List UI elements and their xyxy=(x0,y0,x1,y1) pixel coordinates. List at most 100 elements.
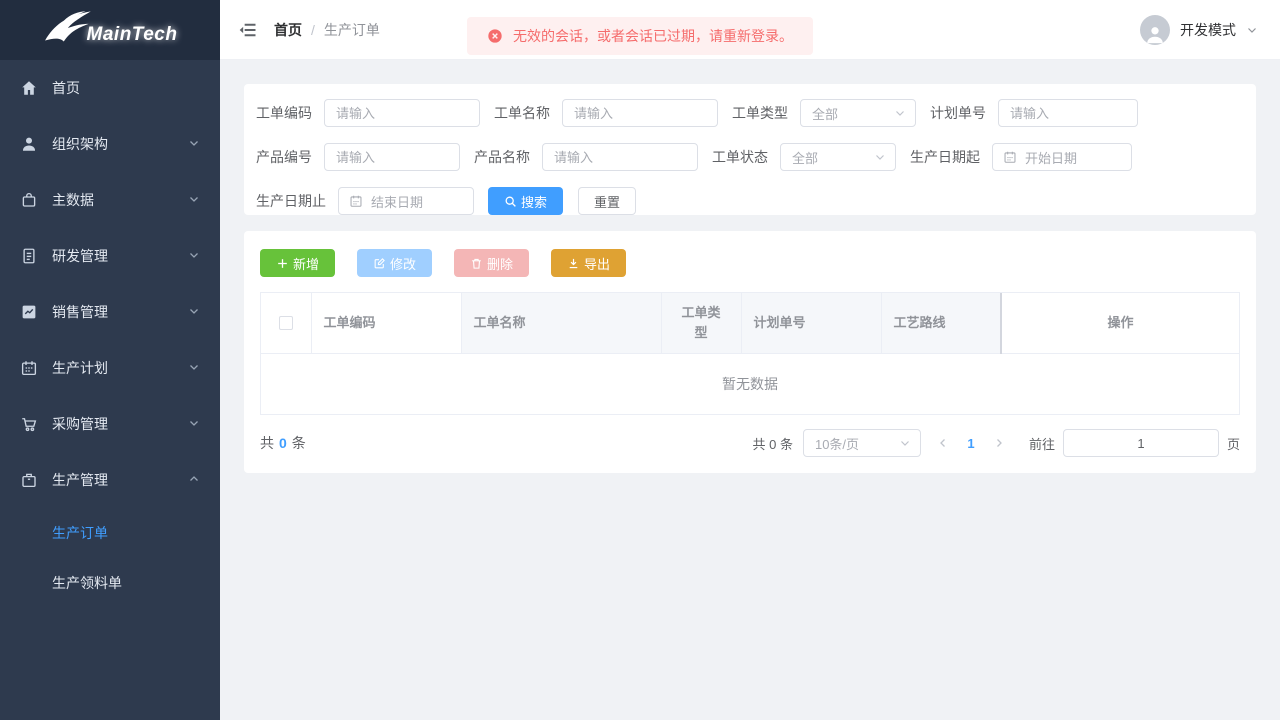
column-header-actions: 操作 xyxy=(1001,293,1239,353)
chevron-down-icon xyxy=(188,136,200,152)
empty-row: 暂无数据 xyxy=(261,353,1239,414)
order-type-select[interactable]: 全部 xyxy=(800,99,916,127)
chevron-right-icon xyxy=(993,437,1005,449)
calendar-icon xyxy=(349,194,363,208)
sidebar-item-label: 组织架构 xyxy=(52,134,108,154)
sidebar-menu: 首页 组织架构 主数据 研发管理 xyxy=(0,60,220,720)
sidebar-item-production-plan[interactable]: 生产计划 xyxy=(0,340,220,396)
field-label: 工单类型 xyxy=(732,103,788,123)
table-toolbar: 新增 修改 删除 导出 xyxy=(260,249,1240,277)
field-label: 工单编码 xyxy=(256,103,312,123)
package-icon xyxy=(20,471,38,489)
document-icon xyxy=(20,247,38,265)
search-button[interactable]: 搜索 xyxy=(488,187,563,215)
sidebar-subitem-material-requisition[interactable]: 生产领料单 xyxy=(0,558,220,608)
page-content: 工单编码 工单名称 工单类型 全部 计 xyxy=(220,60,1280,497)
delete-button[interactable]: 删除 xyxy=(454,249,529,277)
column-header-order-name: 工单名称 xyxy=(461,293,661,353)
chevron-down-icon xyxy=(188,360,200,376)
sidebar-item-master-data[interactable]: 主数据 xyxy=(0,172,220,228)
goto-page-input[interactable] xyxy=(1063,429,1219,457)
sidebar-item-home[interactable]: 首页 xyxy=(0,60,220,116)
select-all-cell xyxy=(261,293,311,353)
field-label: 工单状态 xyxy=(712,147,768,167)
chevron-down-icon xyxy=(188,304,200,320)
search-row-2: 产品编号 产品名称 工单状态 全部 生 xyxy=(256,143,1244,171)
reset-button[interactable]: 重置 xyxy=(578,187,636,215)
chevron-down-icon xyxy=(188,248,200,264)
app-logo: MainTech xyxy=(0,0,220,60)
search-row-3: 生产日期止 结束日期 搜索 重置 xyxy=(256,187,1244,215)
chevron-down-icon xyxy=(874,151,886,163)
download-icon xyxy=(567,257,580,270)
column-header-process-route: 工艺路线 xyxy=(881,293,1001,353)
page-size-value: 10条/页 xyxy=(815,434,859,453)
breadcrumb-home[interactable]: 首页 xyxy=(274,20,302,40)
form-item-order-name: 工单名称 xyxy=(494,99,718,127)
form-item-order-code: 工单编码 xyxy=(256,99,480,127)
select-value: 全部 xyxy=(792,148,818,167)
product-code-input[interactable] xyxy=(324,143,460,171)
avatar xyxy=(1140,15,1170,45)
next-page-button[interactable] xyxy=(985,429,1013,457)
table-panel: 新增 修改 删除 导出 xyxy=(244,231,1256,473)
column-header-order-code: 工单编码 xyxy=(311,293,461,353)
add-button[interactable]: 新增 xyxy=(260,249,335,277)
page-size-select[interactable]: 10条/页 xyxy=(803,429,921,457)
breadcrumb-current: 生产订单 xyxy=(324,20,380,40)
submenu-item-label: 生产订单 xyxy=(52,523,108,543)
chevron-down-icon xyxy=(894,107,906,119)
prev-page-button[interactable] xyxy=(929,429,957,457)
sidebar-item-production-mgmt[interactable]: 生产管理 xyxy=(0,452,220,508)
home-icon xyxy=(20,79,38,97)
order-status-select[interactable]: 全部 xyxy=(780,143,896,171)
table-header-row: 工单编码 工单名称 工单类型 计划单号 工艺路线 操作 xyxy=(261,293,1239,353)
edit-button[interactable]: 修改 xyxy=(357,249,432,277)
search-row-1: 工单编码 工单名称 工单类型 全部 计 xyxy=(256,99,1244,127)
submenu-item-label: 生产领料单 xyxy=(52,573,122,593)
breadcrumb: 首页 / 生产订单 xyxy=(274,20,380,40)
plus-icon xyxy=(276,257,289,270)
select-all-checkbox[interactable] xyxy=(279,316,293,330)
form-item-end-date: 生产日期止 结束日期 xyxy=(256,187,474,215)
column-header-order-type: 工单类型 xyxy=(661,293,741,353)
export-button[interactable]: 导出 xyxy=(551,249,626,277)
page-number-1[interactable]: 1 xyxy=(957,436,985,451)
column-header-plan-number: 计划单号 xyxy=(741,293,881,353)
pagination: 共 0 条 10条/页 1 前往 xyxy=(753,429,1241,457)
form-item-plan-number: 计划单号 xyxy=(930,99,1138,127)
goto-label: 前往 xyxy=(1029,434,1055,453)
sidebar-item-rnd[interactable]: 研发管理 xyxy=(0,228,220,284)
order-code-input[interactable] xyxy=(324,99,480,127)
plan-number-input[interactable] xyxy=(998,99,1138,127)
order-name-input[interactable] xyxy=(562,99,718,127)
sidebar-fold-icon[interactable] xyxy=(238,20,258,40)
sidebar-item-purchasing[interactable]: 采购管理 xyxy=(0,396,220,452)
form-item-order-status: 工单状态 全部 xyxy=(712,143,896,171)
sidebar-item-sales[interactable]: 销售管理 xyxy=(0,284,220,340)
table-footer: 共 0 条 共 0 条 10条/页 1 xyxy=(260,429,1240,457)
user-menu[interactable]: 开发模式 xyxy=(1140,15,1258,45)
sidebar-item-label: 销售管理 xyxy=(52,302,108,322)
sidebar-item-organization[interactable]: 组织架构 xyxy=(0,116,220,172)
form-item-product-code: 产品编号 xyxy=(256,143,460,171)
edit-icon xyxy=(373,257,386,270)
end-date-picker[interactable]: 结束日期 xyxy=(338,187,474,215)
page-unit-label: 页 xyxy=(1227,434,1240,453)
field-label: 计划单号 xyxy=(930,103,986,123)
field-label: 生产日期止 xyxy=(256,191,326,211)
trash-icon xyxy=(470,257,483,270)
product-name-input[interactable] xyxy=(542,143,698,171)
breadcrumb-separator: / xyxy=(311,22,315,38)
chevron-down-icon xyxy=(188,192,200,208)
cart-icon xyxy=(20,415,38,433)
sidebar-subitem-production-order[interactable]: 生产订单 xyxy=(0,508,220,558)
total-count-value: 0 xyxy=(279,435,287,451)
field-label: 工单名称 xyxy=(494,103,550,123)
field-label: 生产日期起 xyxy=(910,147,980,167)
sidebar-item-label: 生产管理 xyxy=(52,470,108,490)
start-date-picker[interactable]: 开始日期 xyxy=(992,143,1132,171)
empty-text: 暂无数据 xyxy=(261,353,1239,414)
sidebar-item-label: 采购管理 xyxy=(52,414,108,434)
chevron-down-icon xyxy=(899,437,911,449)
